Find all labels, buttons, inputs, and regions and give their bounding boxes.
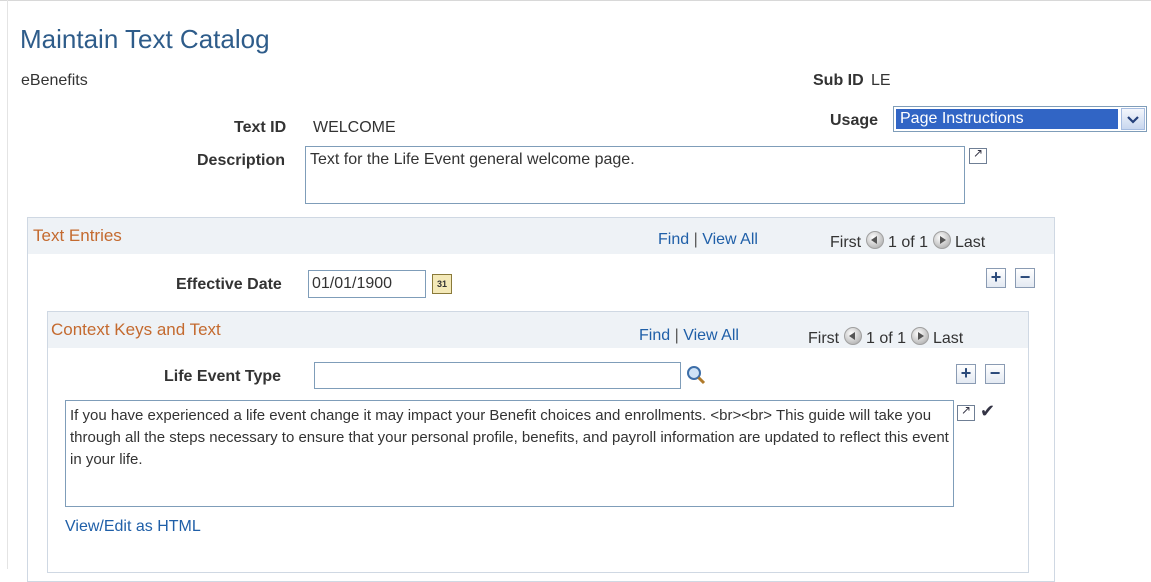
sub-id-label: Sub ID <box>813 72 864 89</box>
life-event-type-input[interactable] <box>314 362 681 389</box>
system-name: eBenefits <box>21 72 88 89</box>
life-event-type-label: Life Event Type <box>164 368 282 385</box>
context-keys-title: Context Keys and Text <box>51 320 221 339</box>
context-keys-section: Context Keys and Text Find | View All Fi… <box>47 311 1029 573</box>
chevron-down-icon[interactable] <box>1121 108 1145 130</box>
expand-icon[interactable] <box>957 403 975 421</box>
find-link[interactable]: Find <box>639 327 670 344</box>
text-id-label: Text ID <box>234 119 287 136</box>
delete-row-button[interactable]: − <box>1015 268 1035 288</box>
description-label: Description <box>197 152 286 169</box>
delete-row-button[interactable]: − <box>985 364 1005 384</box>
last-label: Last <box>932 330 964 347</box>
range-label: 1 of 1 <box>866 330 907 347</box>
usage-label: Usage <box>830 112 879 129</box>
view-all-link[interactable]: View All <box>683 327 739 344</box>
range-label: 1 of 1 <box>888 234 929 251</box>
text-id-value: WELCOME <box>313 119 396 136</box>
view-edit-html-link[interactable]: View/Edit as HTML <box>65 518 201 536</box>
usage-selected-value: Page Instructions <box>896 109 1118 129</box>
context-text-value: If you have experienced a life event cha… <box>70 407 949 468</box>
next-arrow-icon[interactable] <box>932 231 951 249</box>
previous-arrow-icon[interactable] <box>865 231 884 249</box>
usage-select[interactable]: Page Instructions <box>893 106 1147 132</box>
add-row-button[interactable]: + <box>986 268 1006 288</box>
effective-date-value: 01/01/1900 <box>312 275 393 292</box>
sub-id-value: LE <box>871 72 891 89</box>
nav-separator: | <box>693 231 698 248</box>
first-label: First <box>830 234 862 251</box>
context-keys-pager: First 1 of 1 Last <box>808 327 963 348</box>
find-link[interactable]: Find <box>658 231 689 248</box>
context-keys-nav: Find | View All <box>639 327 739 345</box>
description-field[interactable]: Text for the Life Event general welcome … <box>305 146 965 204</box>
effective-date-input[interactable]: 01/01/1900 <box>308 270 426 298</box>
add-row-button[interactable]: + <box>956 364 976 384</box>
next-arrow-icon[interactable] <box>910 327 929 345</box>
text-entries-title: Text Entries <box>33 226 122 245</box>
effective-date-label: Effective Date <box>176 276 282 293</box>
text-entries-nav: Find | View All <box>658 231 758 249</box>
previous-arrow-icon[interactable] <box>843 327 862 345</box>
first-label: First <box>808 330 840 347</box>
spellcheck-icon[interactable]: ✔ <box>980 400 1002 422</box>
calendar-icon[interactable]: 31 <box>432 274 452 294</box>
description-value: Text for the Life Event general welcome … <box>310 151 635 168</box>
last-label: Last <box>954 234 986 251</box>
left-border <box>7 0 8 569</box>
nav-separator: | <box>674 327 679 344</box>
expand-icon[interactable] <box>969 146 987 164</box>
text-entries-pager: First 1 of 1 Last <box>830 231 985 252</box>
view-all-link[interactable]: View All <box>702 231 758 248</box>
search-icon[interactable] <box>685 364 707 386</box>
page-title: Maintain Text Catalog <box>20 24 270 54</box>
top-border <box>0 0 1151 1</box>
context-text-area[interactable]: If you have experienced a life event cha… <box>65 400 954 507</box>
